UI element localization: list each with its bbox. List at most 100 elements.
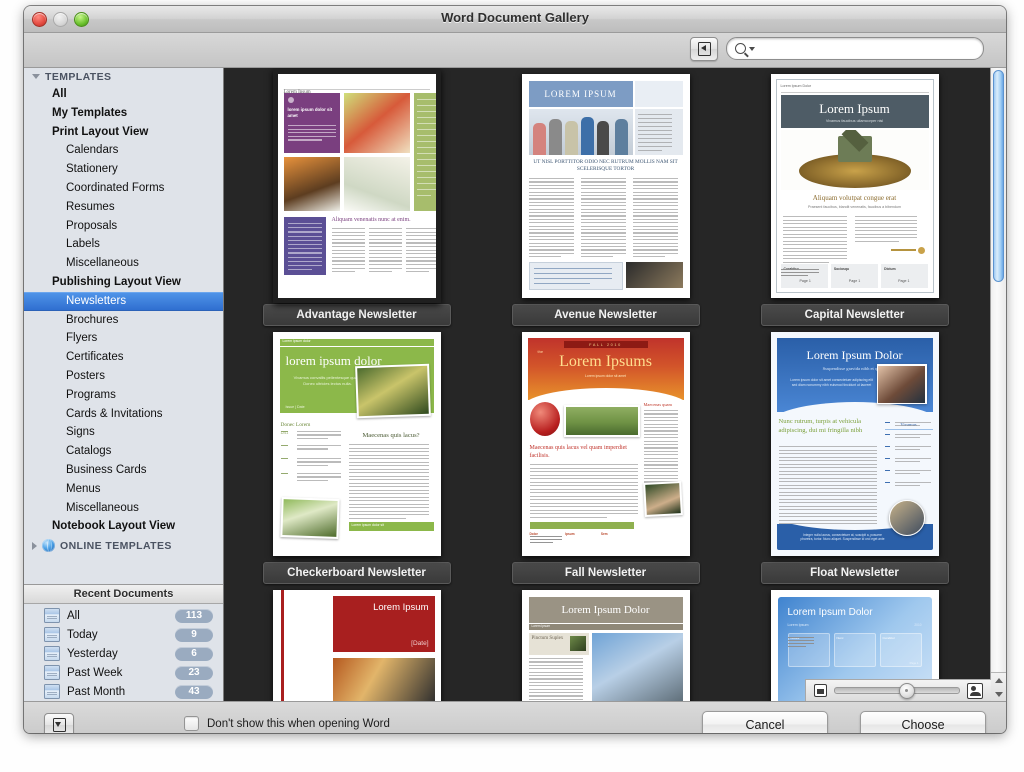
recent-item-past-week[interactable]: Past Week23 (24, 663, 223, 682)
recent-documents-header: Recent Documents (24, 584, 223, 604)
template-thumbnail[interactable]: Lorem Ipsum DolorLorem IpsumVivamus fauc… (771, 74, 939, 298)
recent-item-yesterday[interactable]: Yesterday6 (24, 644, 223, 663)
thumbnail-size-slider[interactable] (834, 687, 960, 694)
sidebar-item-cards-invitations[interactable]: Cards & Invitations (24, 405, 223, 424)
sidebar-item-label: Brochures (66, 314, 118, 326)
word-document-gallery-window: Word Document Gallery TEMPLATES (24, 6, 1006, 733)
template-preview: Lorem Ipsum[Date] (273, 590, 441, 701)
template-grid: Lorem Ipsumlorem ipsum dolor sit ametAli… (224, 68, 991, 701)
choose-button[interactable]: Choose (860, 711, 986, 733)
sidebar-scroll-area[interactable]: TEMPLATES AllMy TemplatesPrint Layout Vi… (24, 68, 223, 584)
scrollbar-thumb[interactable] (993, 70, 1004, 282)
template-thumbnail[interactable]: Lorem Ipsum[Date] (273, 590, 441, 701)
sidebar-item-miscellaneous[interactable]: Miscellaneous (24, 499, 223, 518)
sidebar-item-publishing-layout-view[interactable]: Publishing Layout View (24, 273, 223, 292)
disclosure-triangle-open-icon[interactable] (32, 74, 40, 79)
dont-show-checkbox-row[interactable]: Don't show this when opening Word (184, 716, 390, 731)
sidebar-item-calendars[interactable]: Calendars (24, 141, 223, 160)
template-thumbnail[interactable]: LOREM IPSUMUT NISL PORTTITOR ODIO NEC RU… (522, 74, 690, 298)
template-preview: LOREM IPSUMUT NISL PORTTITOR ODIO NEC RU… (522, 74, 690, 298)
sidebar-item-print-layout-view[interactable]: Print Layout View (24, 123, 223, 142)
sidebar-item-signs[interactable]: Signs (24, 423, 223, 442)
sidebar-item-programs[interactable]: Programs (24, 386, 223, 405)
template-card[interactable]: FALL 2010theLorem IpsumsLorem ipsum dolo… (483, 332, 728, 590)
template-name-label: Checkerboard Newsletter (263, 562, 451, 584)
sidebar-item-flyers[interactable]: Flyers (24, 329, 223, 348)
scrollbar-arrows[interactable] (991, 672, 1006, 701)
sidebar-item-labels[interactable]: Labels (24, 235, 223, 254)
sidebar-item-label: Publishing Layout View (52, 276, 181, 288)
sidebar-toggle-button[interactable] (690, 37, 718, 61)
template-thumbnail[interactable]: Lorem Ipsum DolorSuspendisse gravida nib… (771, 332, 939, 556)
sidebar-item-list: AllMy TemplatesPrint Layout View Calendar… (24, 85, 223, 536)
sidebar-item-label: Coordinated Forms (66, 182, 164, 194)
sidebar-item-resumes[interactable]: Resumes (24, 198, 223, 217)
template-card[interactable]: Lorem Ipsum DolorLorem IpsumPinctum Supl… (483, 590, 728, 701)
template-card[interactable]: Lorem Ipsumlorem ipsum dolor sit ametAli… (234, 74, 479, 332)
template-thumbnail[interactable]: Lorem ipsum dolorlorem ipsum dolorVivamu… (273, 332, 441, 556)
template-card[interactable]: Lorem Ipsum[Date] (234, 590, 479, 701)
sidebar-item-proposals[interactable]: Proposals (24, 217, 223, 236)
sidebar-toggle-icon (698, 42, 711, 56)
sidebar-item-my-templates[interactable]: My Templates (24, 104, 223, 123)
search-field[interactable] (726, 37, 984, 60)
sidebar-item-catalogs[interactable]: Catalogs (24, 442, 223, 461)
window-titlebar[interactable]: Word Document Gallery (24, 6, 1006, 33)
template-thumbnail[interactable]: Lorem Ipsumlorem ipsum dolor sit ametAli… (273, 74, 441, 298)
sidebar-item-business-cards[interactable]: Business Cards (24, 461, 223, 480)
sidebar-item-brochures[interactable]: Brochures (24, 311, 223, 330)
sidebar-item-miscellaneous[interactable]: Miscellaneous (24, 254, 223, 273)
sidebar-group-online-templates-label: ONLINE TEMPLATES (60, 540, 172, 552)
template-name-label: Capital Newsletter (761, 304, 949, 326)
sidebar-item-certificates[interactable]: Certificates (24, 348, 223, 367)
gallery-vertical-scrollbar[interactable] (990, 68, 1006, 701)
sidebar-item-newsletters[interactable]: Newsletters (24, 292, 223, 311)
chevron-down-icon[interactable] (749, 47, 755, 51)
sidebar-item-label: Stationery (66, 163, 118, 175)
window-title: Word Document Gallery (24, 10, 1006, 25)
recent-item-label: Today (67, 629, 175, 641)
sidebar-item-label: Certificates (66, 351, 124, 363)
slider-knob[interactable] (899, 683, 915, 699)
cancel-button[interactable]: Cancel (702, 711, 828, 733)
small-thumbnail-icon[interactable] (814, 684, 827, 697)
recent-item-label: Yesterday (67, 648, 175, 660)
search-icon (735, 43, 746, 54)
template-card[interactable]: Lorem Ipsum DolorSuspendisse gravida nib… (732, 332, 977, 590)
recent-item-count-badge: 9 (175, 628, 213, 642)
scroll-up-arrow-icon[interactable] (995, 678, 1003, 683)
large-thumbnail-icon[interactable] (967, 683, 983, 699)
sidebar-item-label: Calendars (66, 144, 118, 156)
sidebar-item-coordinated-forms[interactable]: Coordinated Forms (24, 179, 223, 198)
recent-item-today[interactable]: Today9 (24, 625, 223, 644)
template-card[interactable]: LOREM IPSUMUT NISL PORTTITOR ODIO NEC RU… (483, 74, 728, 332)
view-options-icon (53, 718, 66, 732)
template-name-label: Fall Newsletter (512, 562, 700, 584)
template-thumbnail[interactable]: FALL 2010theLorem IpsumsLorem ipsum dolo… (522, 332, 690, 556)
recent-item-all[interactable]: All113 (24, 606, 223, 625)
recent-item-past-month[interactable]: Past Month43 (24, 682, 223, 701)
template-gallery[interactable]: Lorem Ipsumlorem ipsum dolor sit ametAli… (224, 68, 1006, 701)
scroll-down-arrow-icon[interactable] (995, 692, 1003, 697)
view-options-button[interactable] (44, 713, 74, 733)
sidebar-item-label: Catalogs (66, 445, 111, 457)
dont-show-checkbox[interactable] (184, 716, 199, 731)
template-name-label: Float Newsletter (761, 562, 949, 584)
template-card[interactable]: Lorem Ipsum DolorLorem IpsumVivamus fauc… (732, 74, 977, 332)
disclosure-triangle-closed-icon[interactable] (32, 542, 37, 550)
document-icon (44, 684, 60, 699)
template-preview: Lorem Ipsumlorem ipsum dolor sit ametAli… (273, 69, 441, 303)
template-thumbnail[interactable]: Lorem Ipsum DolorLorem IpsumPinctum Supl… (522, 590, 690, 701)
sidebar-group-online-templates[interactable]: ONLINE TEMPLATES (24, 536, 223, 555)
sidebar-item-label: Resumes (66, 201, 115, 213)
sidebar-group-templates[interactable]: TEMPLATES (24, 68, 223, 85)
template-card[interactable]: Lorem ipsum dolorlorem ipsum dolorVivamu… (234, 332, 479, 590)
sidebar-item-notebook-layout-view[interactable]: Notebook Layout View (24, 517, 223, 536)
document-icon (44, 665, 60, 680)
document-icon (44, 608, 60, 623)
sidebar-item-stationery[interactable]: Stationery (24, 160, 223, 179)
sidebar-item-menus[interactable]: Menus (24, 480, 223, 499)
sidebar-item-posters[interactable]: Posters (24, 367, 223, 386)
search-input[interactable] (761, 42, 975, 56)
sidebar-item-all[interactable]: All (24, 85, 223, 104)
